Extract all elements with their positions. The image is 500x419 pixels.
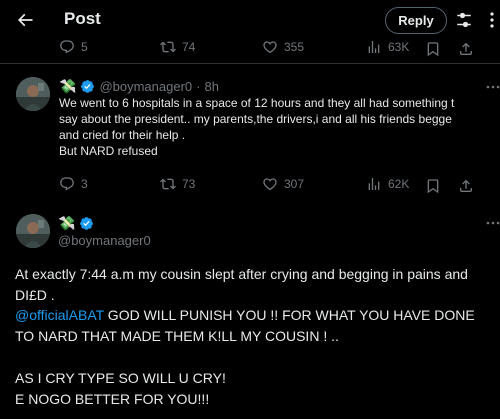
views-action[interactable]: 63K: [366, 39, 409, 55]
reply-count: 5: [81, 40, 88, 54]
repost-icon: [160, 178, 176, 190]
post-page: Post Reply 5 74 355 63K 💸 @boymanager0 ·…: [0, 0, 500, 419]
share-icon[interactable]: [458, 41, 474, 57]
back-arrow-icon[interactable]: [15, 10, 35, 30]
more-horizontal-icon[interactable]: [486, 216, 500, 230]
top-tweet-actions: 5 74 355 63K: [0, 39, 500, 59]
avatar-image: [16, 77, 50, 111]
avatar[interactable]: [16, 214, 50, 248]
money-emoji: 💸: [59, 78, 77, 94]
verified-badge-icon: [81, 80, 95, 93]
bookmark-icon[interactable]: [425, 178, 441, 194]
like-count: 307: [284, 177, 305, 191]
filter-sliders-icon[interactable]: [455, 11, 473, 29]
repost-icon: [160, 41, 176, 53]
more-vertical-icon[interactable]: [485, 11, 499, 29]
avatar-image: [16, 214, 50, 248]
views-count: 62K: [388, 177, 410, 191]
reply-tweet-line-2: say about the president.. my parents,the…: [59, 112, 452, 126]
bookmark-icon[interactable]: [425, 41, 441, 57]
main-tweet-line-4: TO NARD THAT MADE THEM K!LL MY COUSIN ! …: [15, 328, 339, 344]
reply-tweet-actions: 3 73 307 62K: [0, 176, 500, 196]
reply-tweet-time[interactable]: 8h: [204, 79, 218, 94]
views-action[interactable]: 62K: [366, 176, 409, 192]
heart-icon: [263, 41, 277, 54]
header: Post Reply: [0, 0, 500, 40]
mention-link[interactable]: @officialABAT: [15, 307, 104, 323]
page-title: Post: [64, 9, 101, 28]
reply-icon: [60, 177, 74, 191]
views-count: 63K: [388, 40, 410, 54]
like-count: 355: [284, 40, 305, 54]
avatar[interactable]: [16, 77, 50, 111]
heart-icon: [263, 178, 277, 191]
like-action[interactable]: 307: [262, 176, 304, 192]
main-tweet-name-row: 💸: [58, 215, 94, 232]
dot-separator: ·: [196, 79, 201, 94]
repost-count: 73: [182, 177, 196, 191]
money-emoji: 💸: [58, 215, 76, 231]
repost-action[interactable]: 74: [160, 39, 195, 55]
share-icon[interactable]: [458, 178, 474, 194]
repost-action[interactable]: 73: [160, 176, 195, 192]
reply-tweet-line-1: We went to 6 hospitals in a space of 12 …: [59, 96, 455, 110]
main-tweet-handle-row: @boymanager0: [58, 233, 151, 248]
main-tweet-line-5: AS I CRY TYPE SO WILL U CRY!: [15, 370, 226, 386]
verified-badge-icon: [80, 217, 94, 230]
more-horizontal-icon[interactable]: [486, 80, 500, 94]
main-tweet-handle[interactable]: @boymanager0: [58, 233, 151, 248]
reply-action[interactable]: 3: [59, 176, 88, 192]
main-tweet-line-3: @officialABAT GOD WILL PUNISH YOU !! FOR…: [15, 305, 475, 326]
main-tweet-line-6: E NOGO BETTER FOR YOU!!!: [15, 391, 210, 407]
main-tweet-line-2: DI£D .: [15, 287, 55, 303]
reply-button[interactable]: Reply: [385, 7, 447, 34]
like-action[interactable]: 355: [262, 39, 304, 55]
reply-icon: [60, 40, 74, 54]
reply-count: 3: [81, 177, 88, 191]
reply-tweet-line-3: and cried for their help .: [59, 128, 186, 142]
reply-tweet-header: 💸 @boymanager0 · 8h: [59, 78, 219, 95]
divider: [0, 63, 500, 64]
mention-text: GOD WILL PUNISH YOU !! FOR WHAT YOU HAVE…: [103, 307, 475, 323]
reply-tweet-handle[interactable]: @boymanager0: [99, 79, 192, 94]
repost-count: 74: [182, 40, 196, 54]
reply-action[interactable]: 5: [59, 39, 88, 55]
views-chart-icon: [368, 41, 380, 53]
main-tweet-line-1: At exactly 7:44 a.m my cousin slept afte…: [15, 266, 468, 282]
views-chart-icon: [368, 178, 380, 190]
reply-tweet-line-4: But NARD refused: [59, 144, 158, 158]
